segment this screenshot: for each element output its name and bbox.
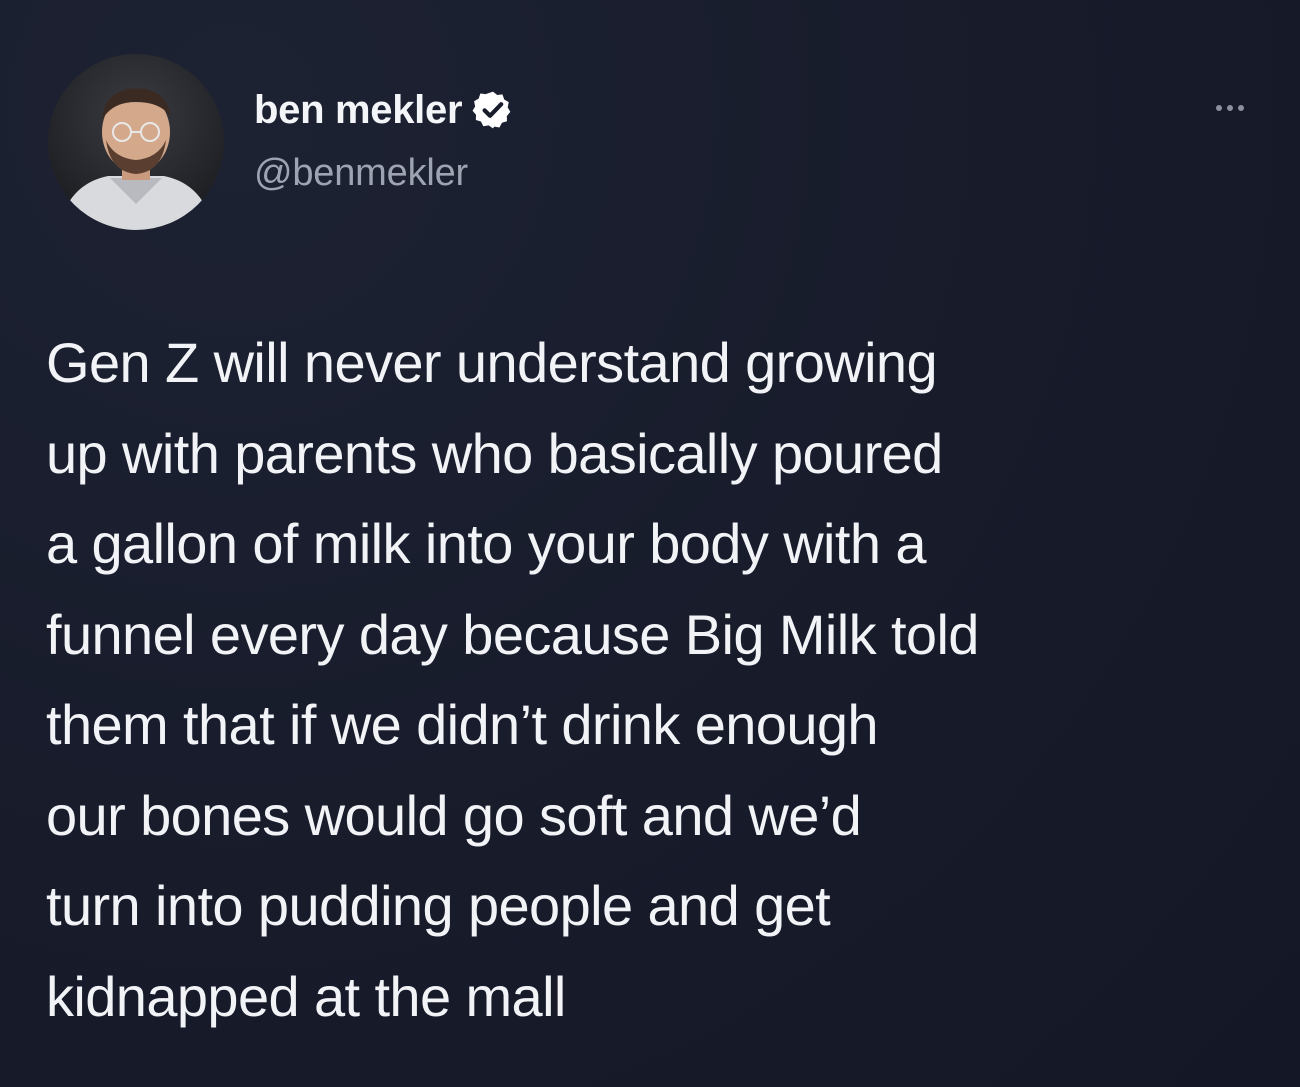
tweet-card: ben mekler @benmekler Gen Z will never u… — [0, 0, 1300, 1087]
author-display-name[interactable]: ben mekler — [254, 88, 463, 133]
verified-badge-icon — [472, 89, 514, 131]
tweet-body: Gen Z will never understand growing up w… — [46, 318, 1286, 1042]
author-avatar[interactable] — [48, 54, 224, 230]
tweet-text-line: a gallon of milk into your body with a — [46, 512, 927, 575]
more-dot — [1227, 105, 1233, 111]
tweet-text-line: them that if we didn’t drink enough — [46, 693, 879, 756]
tweet-text-line: Gen Z will never understand growing — [46, 331, 938, 394]
author-handle[interactable]: @benmekler — [254, 152, 468, 195]
author-name-row: ben mekler — [254, 84, 514, 136]
tweet-text-line: our bones would go soft and we’d — [46, 783, 862, 847]
more-dot — [1238, 105, 1244, 111]
tweet-text-line: up with parents who basically poured — [46, 421, 943, 485]
avatar-photo-icon — [48, 54, 224, 230]
tweet-text-line: funnel every day because Big Milk told — [46, 602, 979, 666]
tweet-text-line: kidnapped at the mall — [46, 964, 566, 1028]
more-dot — [1216, 105, 1222, 111]
tweet-text-line: turn into pudding people and get — [46, 874, 831, 937]
more-options-icon[interactable] — [1198, 88, 1262, 128]
